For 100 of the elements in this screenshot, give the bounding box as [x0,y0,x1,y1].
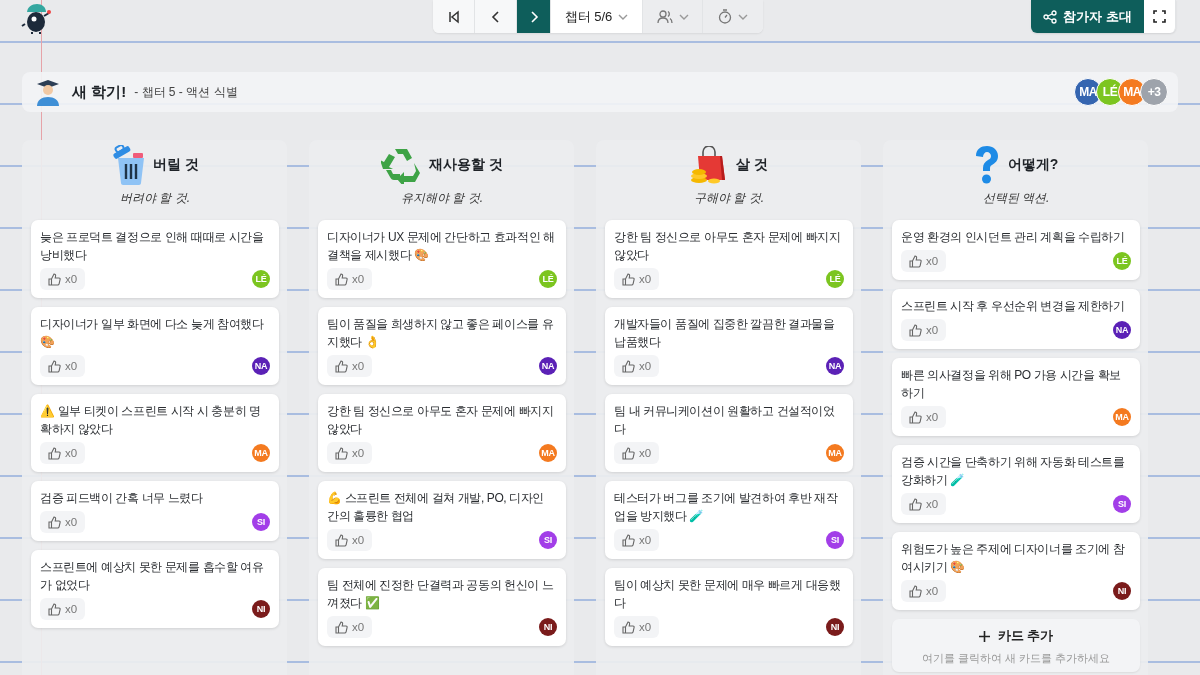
author-avatar: MA [826,444,844,462]
thumbs-up-icon [622,272,635,286]
vote-button[interactable]: x0 [901,250,947,272]
vote-button[interactable]: x0 [40,355,86,377]
card-text: 스프린트 시작 후 우선순위 변경을 제한하기 [901,298,1126,315]
thumbs-up-icon [48,359,61,373]
retro-card[interactable]: 검증 피드백이 간혹 너무 느렸다 x0 SI [31,481,279,541]
vote-button[interactable]: x0 [901,493,947,515]
vote-button[interactable]: x0 [40,598,86,620]
vote-button[interactable]: x0 [614,616,660,638]
card-text: 디자이너가 일부 화면에 다소 늦게 참여했다 🎨 [40,316,265,351]
thumbs-up-icon [48,272,61,286]
retro-card[interactable]: 디자이너가 UX 문제에 간단하고 효과적인 해결책을 제시했다 🎨 x0 LÉ [318,220,566,298]
retro-card[interactable]: 강한 팀 정신으로 아무도 혼자 문제에 빠지지 않았다 x0 MA [318,394,566,472]
column-subtitle: 선택된 액션. [981,190,1051,207]
participants-dropdown[interactable] [643,0,703,33]
chevron-left-icon [490,10,501,23]
thumbs-up-icon [909,323,922,337]
vote-button[interactable]: x0 [40,511,86,533]
vote-button[interactable]: x0 [614,529,660,551]
card-text: 개발자들이 품질에 집중한 깔끔한 결과물을 납품했다 [614,316,836,351]
author-avatar: LÉ [826,270,844,288]
column-title: 버릴 것 [153,156,199,174]
card-text: 테스터가 버그를 조기에 발견하여 후반 재작업을 방지했다 🧪 [614,490,839,525]
thumbs-up-icon [622,359,635,373]
vote-button[interactable]: x0 [901,319,947,341]
card-text: 팀이 예상치 못한 문제에 매우 빠르게 대응했다 [614,577,842,612]
retro-card[interactable]: 늦은 프로덕트 결정으로 인해 때때로 시간을 낭비했다 x0 LÉ [31,220,279,298]
author-avatar: MA [539,444,557,462]
vote-button[interactable]: x0 [901,580,947,602]
caret-icon [678,13,689,20]
column-subtitle: 유지해야 할 것. [400,190,484,207]
vote-button[interactable]: x0 [327,442,373,464]
vote-button[interactable]: x0 [614,268,660,290]
retro-card[interactable]: ⚠ 일부 티켓이 스프린트 시작 시 충분히 명확하지 않았다 x0 MA [31,394,279,472]
author-avatar: NI [826,618,844,636]
board-title: 새 학기! [72,82,127,102]
vote-button[interactable]: x0 [327,355,373,377]
retro-card[interactable]: 빠른 의사결정을 위해 PO 가용 시간을 확보하기 x0 MA [892,358,1140,436]
author-avatar: NI [252,600,270,618]
chapter-dropdown[interactable]: 챕터 5/6 [551,0,643,33]
vote-button[interactable]: x0 [327,616,373,638]
retro-card[interactable]: 디자이너가 일부 화면에 다소 늦게 참여했다 🎨 x0 NA [31,307,279,385]
trash-can-icon [111,145,146,185]
thumbs-up-icon [48,515,61,529]
retro-card[interactable]: 팀 전체에 진정한 단결력과 공동의 헌신이 느껴졌다 ✅ x0 NI [318,568,566,646]
vote-button[interactable]: x0 [614,442,660,464]
retro-card[interactable]: 운영 환경의 인시던트 관리 계획을 수립하기 x0 LÉ [892,220,1140,280]
vote-button[interactable]: x0 [327,529,373,551]
vote-button[interactable]: x0 [327,268,373,290]
retro-card[interactable]: 팀이 품질을 희생하지 않고 좋은 페이스를 유지했다 👌 x0 NA [318,307,566,385]
timer-icon [718,9,732,24]
thumbs-up-icon [48,602,61,616]
retro-card[interactable]: 검증 시간을 단축하기 위해 자동화 테스트를 강화하기 🧪 x0 SI [892,445,1140,523]
graduate-icon [34,78,62,106]
retro-card[interactable]: 강한 팀 정신으로 아무도 혼자 문제에 빠지지 않았다 x0 LÉ [605,220,853,298]
column-title: 살 것 [736,156,768,174]
vote-button[interactable]: x0 [614,355,660,377]
card-text: 디자이너가 UX 문제에 간단하고 효과적인 해결책을 제시했다 🎨 [327,229,556,264]
retro-card[interactable]: 테스터가 버그를 조기에 발견하여 후반 재작업을 방지했다 🧪 x0 SI [605,481,853,559]
column-title: 재사용할 것 [429,156,503,174]
thumbs-up-icon [335,272,348,286]
thumbs-up-icon [335,533,348,547]
add-card-button[interactable]: 카드 추가 여기를 클릭하여 새 카드를 추가하세요 [892,619,1140,672]
thumbs-up-icon [48,446,61,460]
card-text: 강한 팀 정신으로 아무도 혼자 문제에 빠지지 않았다 [614,229,842,264]
card-text: 위험도가 높은 주제에 디자이너를 조기에 참여시키기 🎨 [901,541,1126,576]
vote-button[interactable]: x0 [40,442,86,464]
card-text: 팀 전체에 진정한 단결력과 공동의 헌신이 느껴졌다 ✅ [327,577,555,612]
retro-card[interactable]: 팀 내 커뮤니케이션이 원활하고 건설적이었다 x0 MA [605,394,853,472]
thumbs-up-icon [622,446,635,460]
retro-card[interactable]: 스프린트에 예상치 못한 문제를 흡수할 여유가 없었다 x0 NI [31,550,279,628]
card-text: 운영 환경의 인시던트 관리 계획을 수립하기 [901,229,1126,246]
column-subtitle: 구해야 할 것. [693,190,765,207]
next-button[interactable] [517,0,551,33]
card-text: 검증 피드백이 간혹 너무 느렸다 [40,490,204,507]
retro-card[interactable]: 💪 스프린트 전체에 걸쳐 개발, PO, 디자인 간의 훌륭한 협업 x0 SI [318,481,566,559]
author-avatar: SI [826,531,844,549]
author-avatar: NI [539,618,557,636]
retro-card[interactable]: 개발자들이 품질에 집중한 깔끔한 결과물을 납품했다 x0 NA [605,307,853,385]
retro-card[interactable]: 팀이 예상치 못한 문제에 매우 빠르게 대응했다 x0 NI [605,568,853,646]
retro-card[interactable]: 위험도가 높은 주제에 디자이너를 조기에 참여시키기 🎨 x0 NI [892,532,1140,610]
invite-button[interactable]: 참가자 초대 [1031,0,1144,33]
thumbs-up-icon [335,359,348,373]
author-avatar: SI [1113,495,1131,513]
board-subtitle: - 챕터 5 - 액션 식별 [134,83,238,101]
retro-card[interactable]: 스프린트 시작 후 우선순위 변경을 제한하기 x0 NA [892,289,1140,349]
fullscreen-button[interactable] [1144,0,1176,33]
vote-button[interactable]: x0 [901,406,947,428]
plus-icon [978,631,990,642]
vote-button[interactable]: x0 [40,268,86,290]
author-avatar: SI [252,513,270,531]
first-chapter-button[interactable] [433,0,475,33]
share-icon [1043,9,1058,24]
thumbs-up-icon [335,620,348,634]
skip-start-icon [446,9,461,24]
column-subtitle: 버려야 할 것. [119,190,191,207]
author-avatar: NI [1113,582,1131,600]
card-text: 스프린트에 예상치 못한 문제를 흡수할 여유가 없었다 [40,559,265,594]
caret-icon [738,13,748,20]
